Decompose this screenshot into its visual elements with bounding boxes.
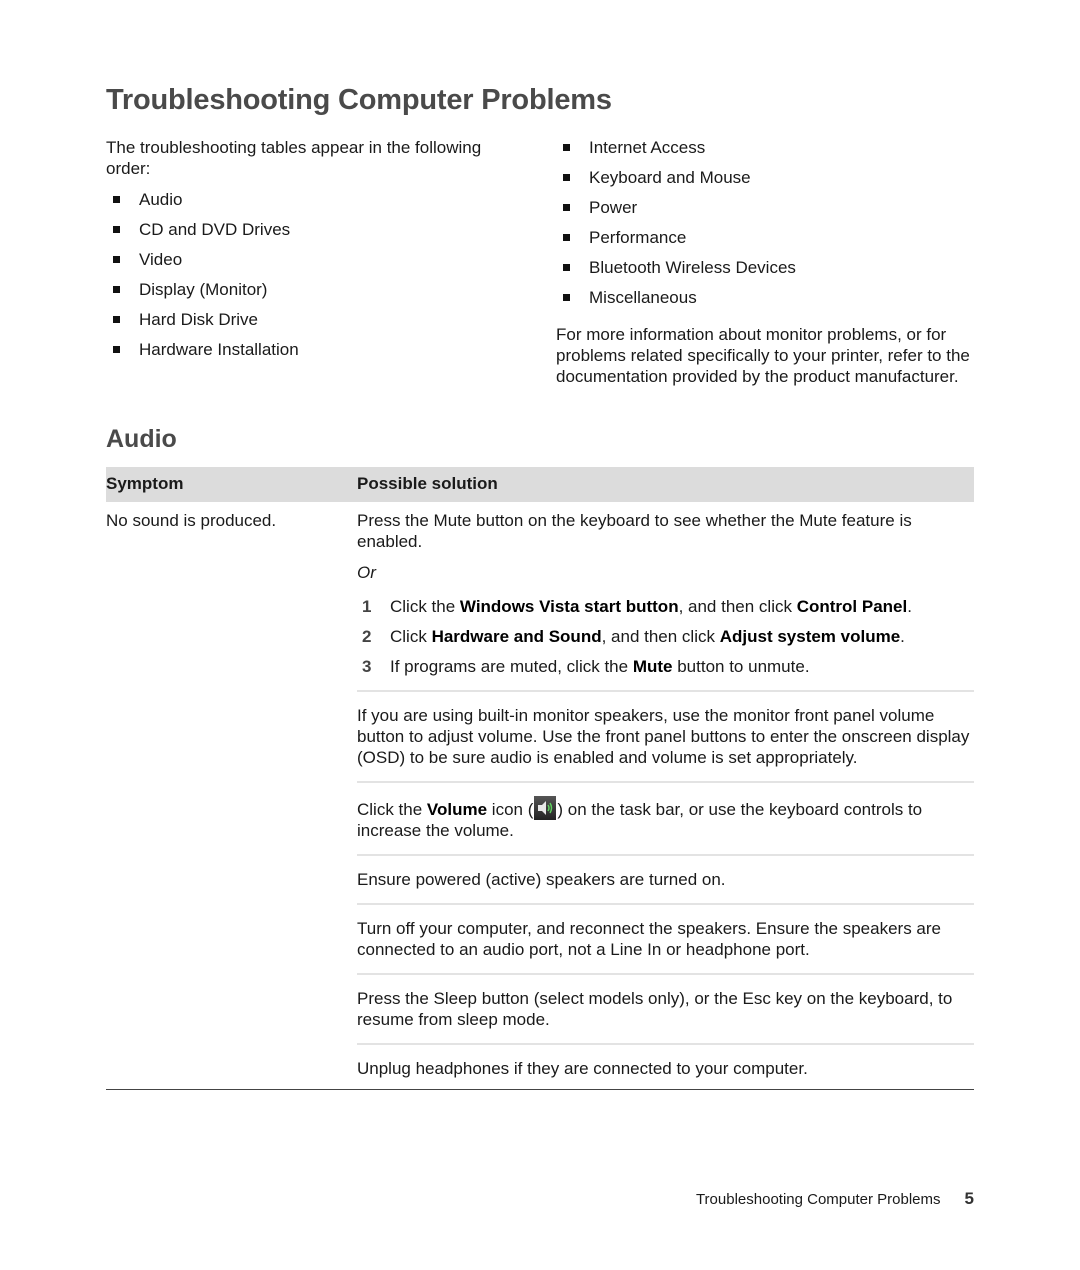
header-symptom: Symptom xyxy=(106,474,184,493)
solution-item: Click the Volume icon () on the task bar… xyxy=(357,796,974,856)
step-item: 1 Click the Windows Vista start button, a… xyxy=(362,597,912,616)
bullet-icon xyxy=(113,286,120,293)
list-item: Miscellaneous xyxy=(556,287,976,317)
step-item: 3 If programs are muted, click the Mute b… xyxy=(362,657,810,676)
list-item: Video xyxy=(106,249,506,279)
step-number: 1 xyxy=(362,597,372,616)
list-item: Bluetooth Wireless Devices xyxy=(556,257,976,287)
bullet-icon xyxy=(113,346,120,353)
bullet-icon xyxy=(563,174,570,181)
section-list-left: Audio CD and DVD Drives Video Display (M… xyxy=(106,189,506,369)
list-item: Performance xyxy=(556,227,976,257)
page-number: 5 xyxy=(964,1189,974,1208)
right-column: Internet Access Keyboard and Mouse Power… xyxy=(556,137,976,387)
bullet-icon xyxy=(563,264,570,271)
solution-item: Press the Mute button on the keyboard to… xyxy=(357,510,974,692)
solution-item: Unplug headphones if they are connected … xyxy=(357,1059,808,1078)
solution-item: Turn off your computer, and reconnect th… xyxy=(357,918,974,975)
page-footer: Troubleshooting Computer Problems 5 xyxy=(0,1189,974,1209)
step-item: 2 Click Hardware and Sound, and then clic… xyxy=(362,627,905,646)
solution-item: Press the Sleep button (select models on… xyxy=(357,988,974,1045)
or-separator: Or xyxy=(357,563,376,582)
step-number: 3 xyxy=(362,657,372,676)
list-item: Audio xyxy=(106,189,506,219)
list-item: Power xyxy=(556,197,976,227)
bullet-icon xyxy=(563,234,570,241)
list-item: CD and DVD Drives xyxy=(106,219,506,249)
footer-title: Troubleshooting Computer Problems xyxy=(695,1191,941,1208)
header-solution: Possible solution xyxy=(357,474,498,493)
bullet-icon xyxy=(563,294,570,301)
symptom-cell: No sound is produced. xyxy=(106,511,277,530)
section-list-right: Internet Access Keyboard and Mouse Power… xyxy=(556,137,976,317)
solution-item: If you are using built-in monitor speake… xyxy=(357,705,974,783)
list-item: Hardware Installation xyxy=(106,339,506,369)
steps-list: 1 Click the Windows Vista start button, a… xyxy=(357,596,974,677)
bullet-icon xyxy=(563,144,570,151)
solution-item: Ensure powered (active) speakers are tur… xyxy=(357,869,974,905)
bullet-icon xyxy=(113,196,120,203)
left-column: The troubleshooting tables appear in the… xyxy=(106,137,506,369)
table-header: Symptom Possible solution xyxy=(106,467,974,502)
speaker-volume-icon xyxy=(534,796,557,820)
list-item: Display (Monitor) xyxy=(106,279,506,309)
intro-text: The troubleshooting tables appear in the… xyxy=(106,138,482,178)
note-text: For more information about monitor probl… xyxy=(556,325,970,386)
bullet-icon xyxy=(563,204,570,211)
table-row: No sound is produced. Press the Mute but… xyxy=(106,502,974,1090)
bullet-icon xyxy=(113,316,120,323)
solutions-cell: Press the Mute button on the keyboard to… xyxy=(357,510,974,1089)
list-item: Internet Access xyxy=(556,137,976,167)
bullet-icon xyxy=(113,226,120,233)
audio-troubleshooting-table: Symptom Possible solution No sound is pr… xyxy=(106,467,974,1090)
list-item: Hard Disk Drive xyxy=(106,309,506,339)
bullet-icon xyxy=(113,256,120,263)
step-number: 2 xyxy=(362,627,372,646)
section-title-audio: Audio xyxy=(106,425,177,453)
list-item: Keyboard and Mouse xyxy=(556,167,976,197)
page-title: Troubleshooting Computer Problems xyxy=(106,84,612,116)
